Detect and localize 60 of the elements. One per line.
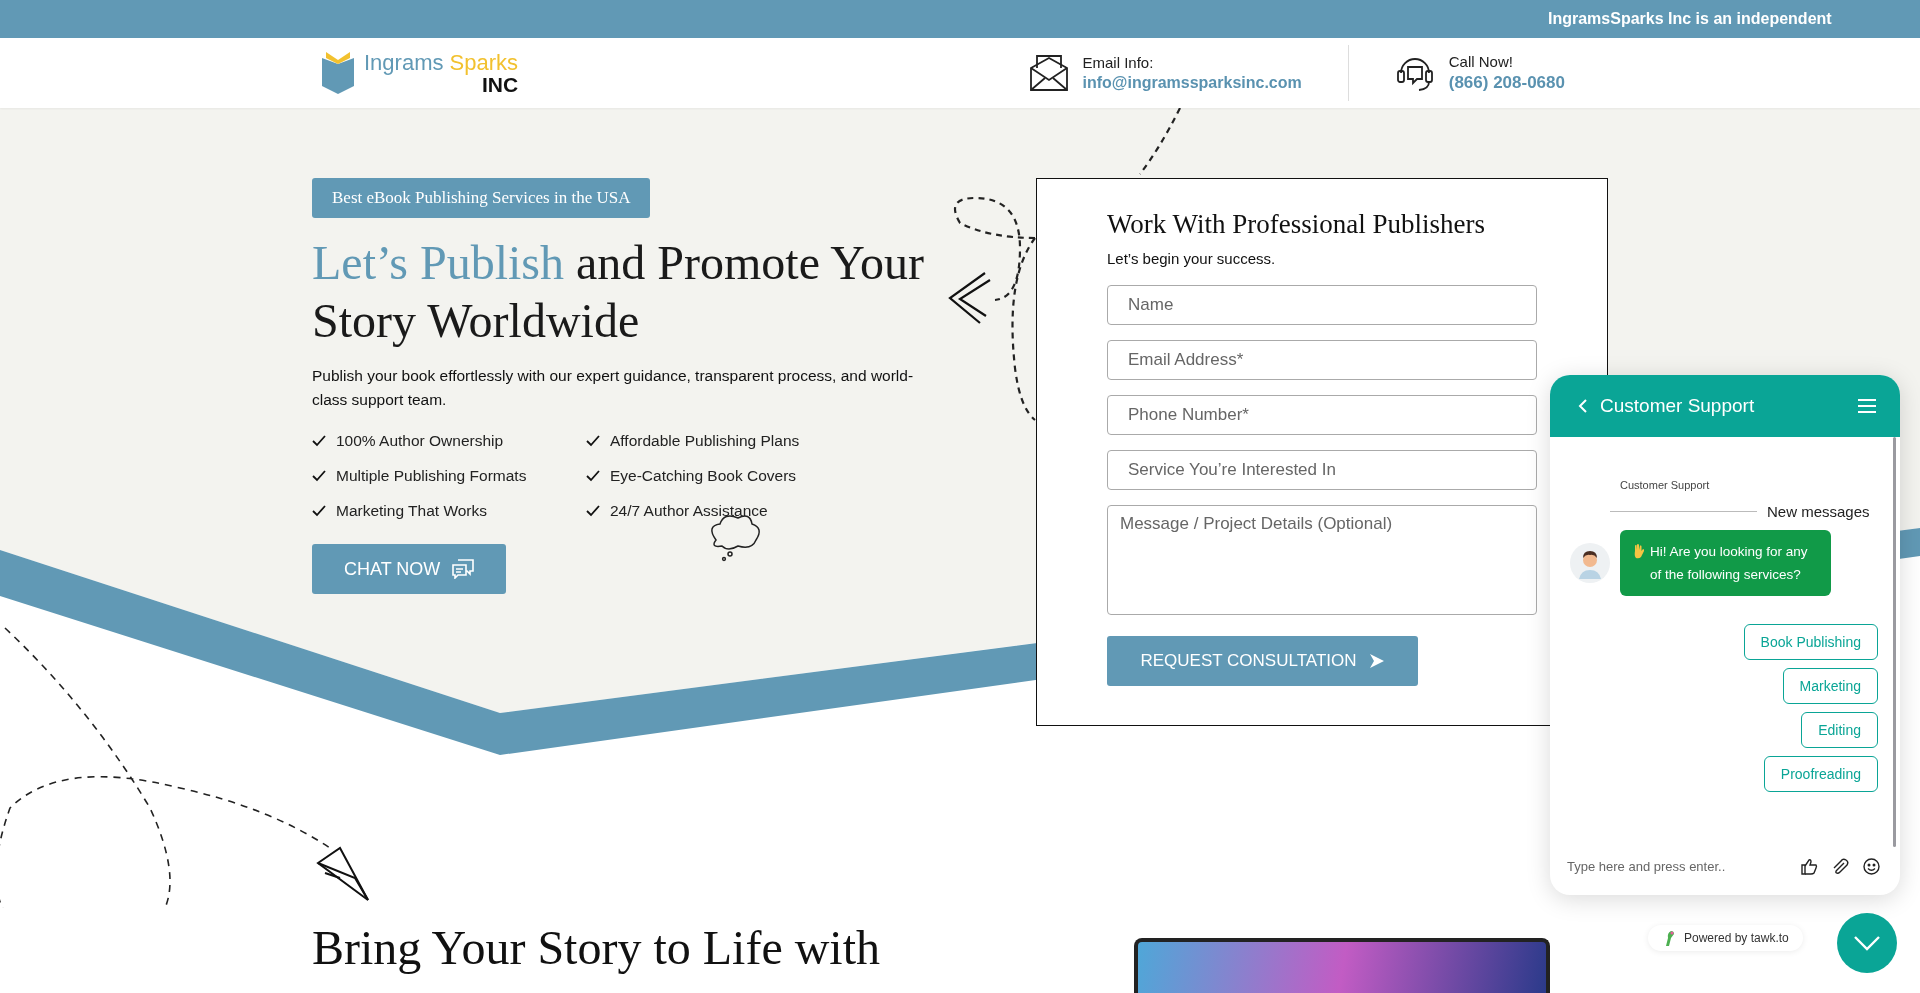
checkmark-icon xyxy=(312,435,326,447)
hero-headline: Let’s Publish and Promote Your Story Worldwide xyxy=(312,235,926,349)
contact-label: Call Now! xyxy=(1448,53,1514,70)
contact-link[interactable]: (866) 208-0680 xyxy=(1448,73,1565,93)
dashed-line-drawing xyxy=(1139,108,1181,175)
powered-by-text: Powered by tawk.to xyxy=(1684,931,1789,945)
quick-reply-button[interactable]: Book Publishing xyxy=(1743,624,1878,660)
form-title: Work With Professional Publishers xyxy=(1107,209,1485,240)
thumbs-up-icon[interactable] xyxy=(1801,857,1818,875)
logo-word[interactable]: Ingrams xyxy=(364,49,444,75)
checkmark-icon xyxy=(586,505,600,517)
quick-reply-button[interactable]: Proofreading xyxy=(1763,756,1878,792)
feature-text: 24/7 Author Assistance xyxy=(610,502,768,520)
emoji-icon[interactable] xyxy=(1863,857,1880,875)
feature-text: 100% Author Ownership xyxy=(336,432,504,450)
chat-now-button[interactable]: CHAT NOW xyxy=(312,544,507,594)
chat-bubbles-icon xyxy=(452,559,475,579)
section-heading: Bring Your Story to Life with xyxy=(312,920,881,976)
quick-reply-button[interactable]: Marketing xyxy=(1782,668,1878,704)
chevron-down-icon xyxy=(1853,935,1881,951)
feature-text: Eye-Catching Book Covers xyxy=(610,467,797,485)
send-icon xyxy=(1368,653,1385,669)
input-field[interactable]: Name xyxy=(1107,285,1537,325)
input-field[interactable]: Phone Number* xyxy=(1107,395,1537,435)
hero-description: Publish your book effortlessly with our expert guidance, transparent process, and world-class support team. xyxy=(312,366,915,410)
checkmark-icon xyxy=(312,470,326,482)
avatar-icon xyxy=(1570,543,1610,583)
paperclip-icon[interactable] xyxy=(1832,857,1849,875)
contact-label: Email Info: xyxy=(1082,54,1155,71)
announcement-text: IngramsSparks Inc is an independent xyxy=(1548,10,1832,28)
quick-reply-button[interactable]: Editing xyxy=(1801,712,1878,748)
back-icon[interactable] xyxy=(1578,399,1588,413)
waving-hand-icon xyxy=(1632,543,1646,559)
logo-word[interactable]: INC xyxy=(481,73,519,95)
thought-cloud-icon xyxy=(711,515,760,562)
input-field[interactable]: Service You’re Interested In xyxy=(1107,450,1537,490)
request-consultation-button[interactable]: REQUEST CONSULTATION xyxy=(1107,636,1418,686)
paper-plane-icon xyxy=(316,846,369,901)
checkmark-icon xyxy=(586,470,600,482)
checkmark-icon xyxy=(312,505,326,517)
message-text: Hi! Are you looking for any of the following services? xyxy=(1650,543,1809,584)
feature-text: Marketing That Works xyxy=(336,502,488,520)
form-subtitle: Let’s begin your success. xyxy=(1107,250,1276,267)
chat-title: Customer Support xyxy=(1600,395,1755,417)
envelope-icon xyxy=(1028,54,1069,92)
feature-text: Multiple Publishing Formats xyxy=(336,467,527,485)
message-field[interactable]: Message / Project Details (Optional) xyxy=(1107,505,1537,615)
input-field[interactable]: Email Address* xyxy=(1107,340,1537,380)
book-logo-icon[interactable] xyxy=(320,52,356,94)
powered-by-badge[interactable]: Powered by tawk.to xyxy=(1648,925,1803,951)
feature-text: Affordable Publishing Plans xyxy=(610,432,800,450)
tagline-banner: Best eBook Publishing Services in the USA xyxy=(312,178,651,218)
contact-link[interactable]: info@ingramssparksinc.com xyxy=(1082,74,1302,92)
arrowhead-icon xyxy=(948,272,991,324)
agent-name: Customer Support xyxy=(1620,479,1711,491)
new-messages-label: New messages xyxy=(1767,503,1870,520)
logo-word[interactable]: Sparks xyxy=(449,49,519,75)
collapse-chat-button[interactable] xyxy=(1837,913,1897,973)
checkmark-icon xyxy=(586,435,600,447)
menu-icon[interactable] xyxy=(1858,399,1876,413)
